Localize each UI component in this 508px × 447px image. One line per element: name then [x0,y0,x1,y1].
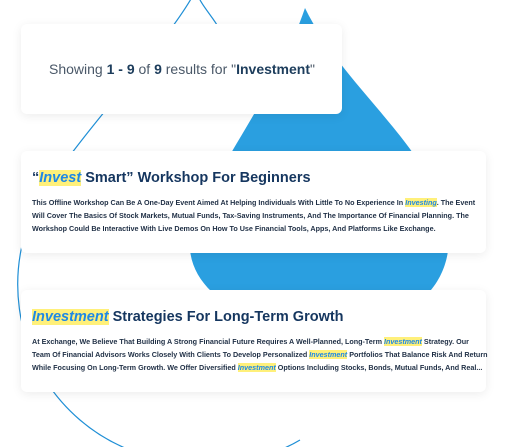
desc-text: Options Including Stocks, Bonds, Mutual … [275,363,483,372]
search-result-card[interactable]: “Invest Smart” Workshop For Beginners Th… [21,151,486,253]
result-title-link[interactable]: Investment Strategies For Long-Term Grow… [32,309,344,325]
title-rest: Smart” Workshop For Beginners [81,170,311,186]
title-rest: Strategies For Long-Term Growth [108,309,344,325]
results-summary-card: Showing 1 - 9 of 9 results for "Investme… [21,24,342,114]
results-summary: Showing 1 - 9 of 9 results for "Investme… [49,61,315,77]
summary-suffix: " [310,61,315,77]
desc-highlight: Investment [237,363,276,372]
result-title-link[interactable]: “Invest Smart” Workshop For Beginners [32,170,311,186]
title-highlight: Investment [32,309,109,325]
search-result-card[interactable]: Investment Strategies For Long-Term Grow… [21,290,488,392]
summary-range: 1 - 9 [106,61,135,77]
result-description: At Exchange, We Believe That Building A … [32,335,488,374]
summary-prefix: Showing [49,61,103,77]
result-description: This Offline Workshop Can Be A One-Day E… [32,196,488,235]
summary-query: Investment [236,61,311,77]
title-highlight: Invest [39,170,82,186]
summary-of: of [138,61,151,77]
summary-total: 9 [154,61,162,77]
desc-highlight: Investing [405,198,437,207]
summary-mid: results for " [165,61,237,77]
desc-text: At Exchange, We Believe That Building A … [32,337,384,346]
desc-text: This Offline Workshop Can Be A One-Day E… [32,198,406,207]
desc-highlight: Investment [309,350,348,359]
desc-highlight: Investment [383,337,422,346]
